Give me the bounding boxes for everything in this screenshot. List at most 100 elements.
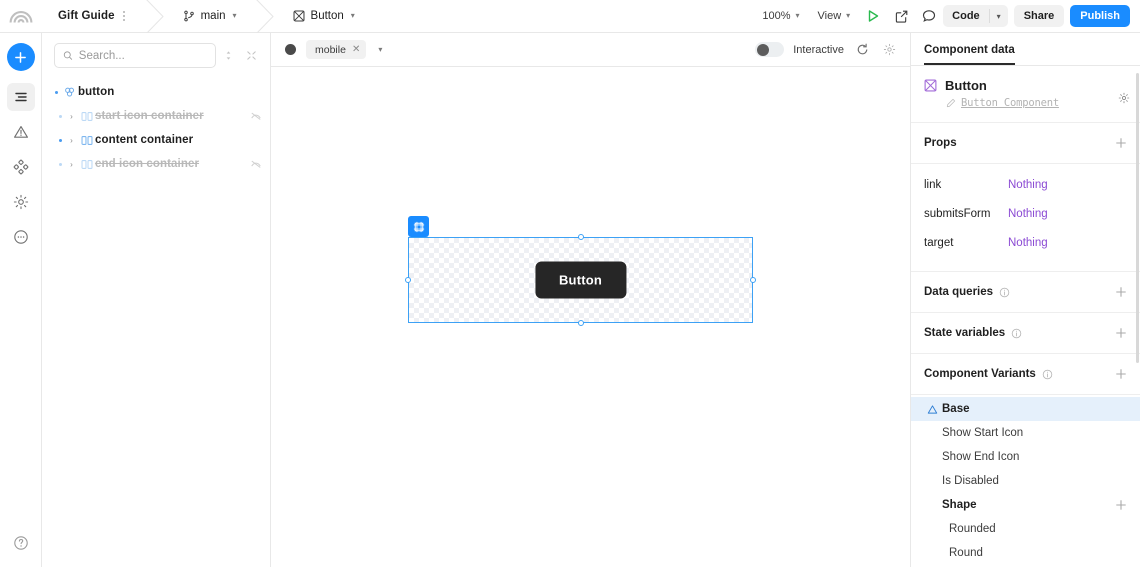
layer-row-button[interactable]: button (42, 80, 270, 104)
gear-icon-3 (1118, 92, 1130, 104)
breadcrumb-component[interactable]: Button ▾ (277, 0, 369, 33)
container-icon-2 (78, 135, 95, 146)
variant-row-rounded[interactable]: Rounded (911, 517, 1140, 541)
code-button[interactable]: Code (943, 10, 989, 22)
info-glyph-2 (1011, 328, 1022, 339)
info-icon-2[interactable] (1011, 328, 1022, 339)
chevron-right-icon-3[interactable]: › (65, 160, 78, 169)
resize-handle-bottom[interactable] (578, 320, 584, 326)
play-button[interactable] (859, 4, 887, 28)
section-title-props: Props (924, 137, 957, 149)
component-name: Button (311, 10, 344, 22)
prop-value-2[interactable]: Nothing (1008, 208, 1048, 220)
prop-key-3: target (924, 237, 1008, 249)
info-glyph-3 (1042, 369, 1053, 380)
resize-handle-top[interactable] (578, 234, 584, 240)
device-chip-mobile[interactable]: mobile ✕ (306, 40, 366, 59)
zoom-selector[interactable]: 100% ▾ (753, 0, 808, 33)
add-variant-button[interactable] (1115, 368, 1127, 380)
comments-button[interactable] (915, 4, 943, 28)
breadcrumb-branch[interactable]: main ▾ (167, 0, 251, 33)
close-icon[interactable]: ✕ (352, 45, 360, 55)
code-dropdown-chevron-icon[interactable]: ▾ (990, 12, 1008, 21)
component-purple-icon (924, 79, 937, 92)
chevron-right-icon-2[interactable]: › (65, 136, 78, 145)
prop-value-3[interactable]: Nothing (1008, 237, 1048, 249)
publish-button[interactable]: Publish (1070, 5, 1130, 27)
section-component-variants: Component Variants (911, 354, 1140, 395)
search-icon (63, 50, 73, 61)
breadcrumb-project[interactable]: Gift Guide (42, 0, 141, 33)
chevron-down-icon[interactable]: ▾ (233, 12, 237, 20)
rail-item-more[interactable] (7, 223, 35, 251)
warning-icon (13, 124, 29, 140)
rail-item-layers[interactable] (7, 83, 35, 111)
eye-off-icon-2[interactable] (250, 158, 262, 170)
variant-row-show-start-icon[interactable]: Show Start Icon (911, 421, 1140, 445)
help-icon (13, 535, 29, 551)
section-title-state-variables: State variables (924, 327, 1005, 339)
view-menu[interactable]: View ▾ (809, 0, 860, 33)
layer-row-end-icon-container[interactable]: › end icon container (42, 152, 270, 176)
component-settings-button[interactable] (1118, 91, 1130, 109)
chevron-down-icon-3: ▾ (795, 12, 799, 20)
variant-row-base[interactable]: Base (911, 397, 1140, 421)
selected-frame[interactable]: Button (408, 237, 753, 323)
sort-icon[interactable] (218, 45, 239, 67)
tab-component-data[interactable]: Component data (924, 44, 1015, 65)
variant-row-show-end-icon[interactable]: Show End Icon (911, 445, 1140, 469)
layer-tree: button › start icon container (42, 76, 270, 176)
refresh-button[interactable] (853, 41, 871, 59)
info-icon-3[interactable] (1042, 369, 1053, 380)
add-data-query-button[interactable] (1115, 286, 1127, 298)
app-logo[interactable] (0, 9, 42, 23)
resize-handle-right[interactable] (750, 277, 756, 283)
variant-row-is-disabled[interactable]: Is Disabled (911, 469, 1140, 493)
component-link-label[interactable]: Button Component (961, 97, 1059, 109)
add-button[interactable] (7, 43, 35, 71)
info-icon[interactable] (999, 287, 1010, 298)
preview-button[interactable]: Button (535, 262, 626, 299)
add-state-variable-button[interactable] (1115, 327, 1127, 339)
component-title-row: Button (924, 78, 1127, 93)
device-chip-label: mobile (315, 44, 346, 56)
component-icon (293, 10, 305, 22)
code-button-group[interactable]: Code ▾ (943, 5, 1008, 27)
interactive-toggle[interactable] (755, 42, 784, 57)
canvas-toolbar-right: Interactive (755, 41, 898, 59)
rail-item-issues[interactable] (7, 118, 35, 146)
section-props: Props (911, 123, 1140, 164)
collapse-all-icon[interactable] (241, 45, 262, 67)
add-shape-variant-button[interactable] (1115, 499, 1127, 511)
variant-row-shape[interactable]: Shape (911, 493, 1140, 517)
layer-row-start-icon-container[interactable]: › start icon container (42, 104, 270, 128)
rail-item-components[interactable] (7, 153, 35, 181)
chevron-down-icon-2[interactable]: ▾ (351, 12, 355, 20)
component-link-row[interactable]: Button Component (924, 97, 1127, 109)
layer-row-content-container[interactable]: › content container (42, 128, 270, 152)
open-external-button[interactable] (887, 4, 915, 28)
component-instance-icon (61, 86, 78, 98)
device-dropdown-chevron-icon[interactable]: ▾ (378, 46, 382, 54)
add-prop-button[interactable] (1115, 137, 1127, 149)
right-panel-scrollbar[interactable] (1136, 73, 1139, 363)
canvas-stage[interactable]: Button (271, 67, 910, 567)
plus-icon-variants (1115, 368, 1127, 380)
chevron-down-icon-4: ▾ (846, 12, 850, 20)
canvas-settings-button[interactable] (880, 41, 898, 59)
eye-off-icon[interactable] (250, 110, 262, 122)
device-dot-icon (285, 44, 296, 55)
help-button[interactable] (7, 529, 35, 557)
share-button[interactable]: Share (1014, 5, 1065, 27)
search-input[interactable] (79, 50, 207, 62)
variant-row-round[interactable]: Round (911, 541, 1140, 565)
zoom-level: 100% (762, 10, 790, 22)
chevron-right-icon[interactable]: › (65, 112, 78, 121)
prop-value[interactable]: Nothing (1008, 179, 1048, 191)
search-box[interactable] (54, 43, 216, 68)
rail-item-settings[interactable] (7, 188, 35, 216)
resize-handle-left[interactable] (405, 277, 411, 283)
frame-badge-button[interactable] (408, 216, 429, 237)
gear-icon-2 (883, 43, 896, 56)
project-menu-icon[interactable] (121, 11, 127, 21)
